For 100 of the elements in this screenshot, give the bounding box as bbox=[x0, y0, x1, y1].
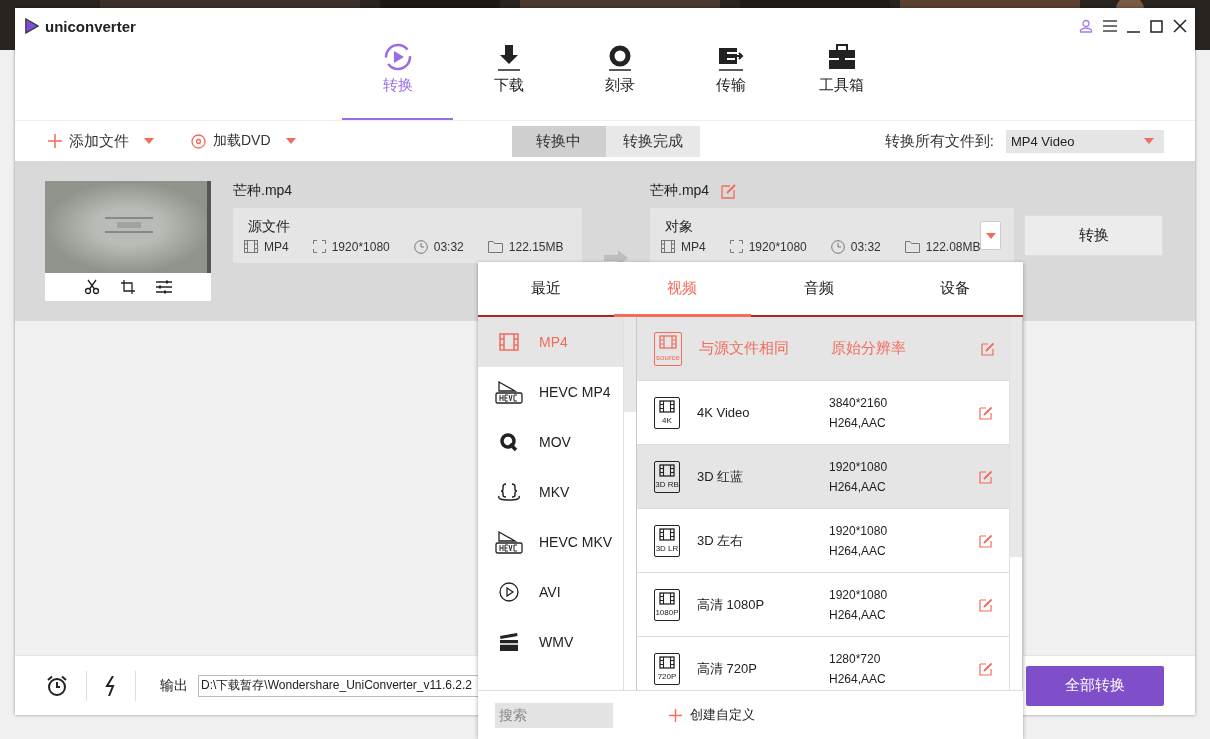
format-item[interactable]: AVI bbox=[478, 567, 623, 617]
preset-codec: H264,AAC bbox=[829, 479, 887, 494]
status-tab[interactable]: 转换完成 bbox=[605, 125, 700, 157]
edit-icon[interactable] bbox=[979, 533, 993, 548]
create-custom-button[interactable]: 创建自定义 bbox=[663, 705, 761, 725]
preset-name: 高清 720P bbox=[697, 659, 758, 678]
hevc-icon bbox=[495, 380, 523, 404]
file-info-value: 03:32 bbox=[850, 239, 881, 254]
user-icon[interactable] bbox=[1079, 19, 1093, 33]
video-file-icon: 3D RB bbox=[654, 460, 680, 493]
status-tab[interactable]: 转换中 bbox=[511, 125, 606, 157]
crop-icon[interactable] bbox=[120, 279, 136, 295]
nav-tab[interactable]: 转换 bbox=[342, 38, 453, 120]
quicktime-icon bbox=[499, 432, 519, 452]
folder-icon bbox=[487, 240, 503, 253]
preset-row[interactable]: 1080P 高清 1080P 1920*1080 H264,AAC bbox=[637, 573, 1009, 637]
nav-tab[interactable]: 下载 bbox=[453, 38, 564, 120]
film-icon bbox=[499, 333, 519, 351]
file-info-value: 1920*1080 bbox=[331, 239, 390, 254]
preset-name: 高清 1080P bbox=[697, 595, 766, 614]
preset-name: 4K Video bbox=[697, 405, 751, 420]
output-label: 输出 bbox=[160, 676, 188, 695]
clock-icon bbox=[830, 239, 845, 254]
menu-icon[interactable] bbox=[1103, 20, 1117, 32]
edit-icon[interactable] bbox=[979, 597, 993, 612]
caret-icon bbox=[144, 138, 154, 144]
plus-icon bbox=[669, 708, 682, 722]
format-item[interactable]: WMV bbox=[478, 617, 623, 667]
file-name: 芒种.mp4 bbox=[233, 181, 293, 200]
video-file-icon: 3D LR bbox=[654, 524, 680, 557]
search-field[interactable]: 搜索 bbox=[495, 702, 613, 728]
preset-codec: H264,AAC bbox=[829, 607, 887, 622]
edit-icon[interactable] bbox=[979, 661, 993, 676]
play-logo-icon bbox=[25, 18, 39, 34]
preset-resolution: 1920*1080 bbox=[829, 587, 889, 602]
format-tab[interactable]: 最近 bbox=[478, 262, 615, 317]
video-file-icon: 1080P bbox=[654, 588, 680, 621]
file-info-value: MP4 bbox=[264, 239, 289, 254]
format-tab[interactable]: 设备 bbox=[886, 262, 1023, 317]
expand-icon bbox=[729, 240, 743, 253]
caret-icon bbox=[285, 138, 296, 144]
edit-icon[interactable] bbox=[981, 341, 995, 356]
file-info-value: MP4 bbox=[681, 239, 706, 254]
preset-resolution: 原始分辨率 bbox=[831, 339, 907, 358]
file-info-value: 122.15MB bbox=[508, 239, 564, 254]
lightning-icon[interactable] bbox=[105, 675, 117, 696]
format-item[interactable]: MKV bbox=[478, 467, 623, 517]
format-dropdown[interactable]: MP4 Video bbox=[1006, 129, 1164, 153]
video-file-icon: 4K bbox=[654, 396, 680, 429]
convert-button[interactable]: 转换 bbox=[1024, 215, 1163, 256]
preset-codec: H264,AAC bbox=[829, 671, 887, 686]
dropdown-button[interactable] bbox=[980, 221, 1001, 250]
expand-icon bbox=[312, 240, 326, 253]
scrollbar-thumb[interactable] bbox=[1010, 317, 1022, 557]
sliders-icon[interactable] bbox=[156, 279, 172, 295]
format-item[interactable]: HEVC MP4 bbox=[478, 367, 623, 417]
preset-resolution: 1920*1080 bbox=[829, 459, 889, 474]
info-title: 对象 bbox=[665, 217, 694, 236]
folder-icon bbox=[904, 240, 920, 253]
caret-icon bbox=[985, 232, 996, 239]
file-info-value: 03:32 bbox=[433, 239, 464, 254]
hevc-icon bbox=[495, 530, 523, 554]
file-name: 芒种.mp4 bbox=[650, 181, 710, 200]
file-info-value: 122.08MB bbox=[925, 239, 981, 254]
convert-all-label: 转换所有文件到: bbox=[884, 131, 994, 151]
preset-resolution: 3840*2160 bbox=[829, 395, 889, 410]
video-file-icon: 720P bbox=[654, 652, 680, 685]
add-file-button[interactable]: 添加文件 bbox=[48, 131, 154, 151]
scissors-icon[interactable] bbox=[84, 279, 100, 295]
close-icon[interactable] bbox=[1173, 19, 1187, 33]
nav-tab[interactable]: 刻录 bbox=[564, 38, 675, 120]
edit-icon[interactable] bbox=[721, 182, 738, 199]
maximize-icon[interactable] bbox=[1150, 19, 1163, 33]
film-icon bbox=[661, 240, 675, 253]
plus-icon bbox=[48, 134, 62, 148]
nav-tab[interactable]: 工具箱 bbox=[786, 38, 897, 120]
format-item[interactable]: HEVC MKV bbox=[478, 517, 623, 567]
film-icon bbox=[244, 240, 258, 253]
info-title: 源文件 bbox=[248, 217, 291, 236]
edit-icon[interactable] bbox=[979, 469, 993, 484]
nav-tab[interactable]: 传输 bbox=[675, 38, 786, 120]
format-item[interactable]: MOV bbox=[478, 417, 623, 467]
preset-row[interactable]: 3D LR 3D 左右 1920*1080 H264,AAC bbox=[637, 509, 1009, 573]
source-file-icon: source bbox=[654, 331, 682, 366]
preset-row[interactable]: 3D RB 3D 红蓝 1920*1080 H264,AAC bbox=[637, 445, 1009, 509]
edit-icon[interactable] bbox=[979, 405, 993, 420]
caret-icon bbox=[1144, 138, 1154, 144]
preset-name: 与源文件相同 bbox=[699, 339, 790, 358]
convert-all-button[interactable]: 全部转换 bbox=[1026, 665, 1164, 706]
alarm-clock-icon[interactable] bbox=[46, 674, 68, 697]
file-info-value: 1920*1080 bbox=[748, 239, 807, 254]
preset-resolution: 1920*1080 bbox=[829, 523, 889, 538]
preset-codec: H264,AAC bbox=[829, 415, 887, 430]
braces-icon bbox=[496, 482, 522, 502]
scrollbar-thumb[interactable] bbox=[624, 317, 636, 412]
preset-name: 3D 红蓝 bbox=[697, 467, 745, 486]
clock-icon bbox=[413, 239, 428, 254]
format-tab[interactable]: 音频 bbox=[750, 262, 887, 317]
play-circle-icon bbox=[499, 582, 519, 602]
load-dvd-button[interactable]: 加载DVD bbox=[191, 132, 296, 150]
